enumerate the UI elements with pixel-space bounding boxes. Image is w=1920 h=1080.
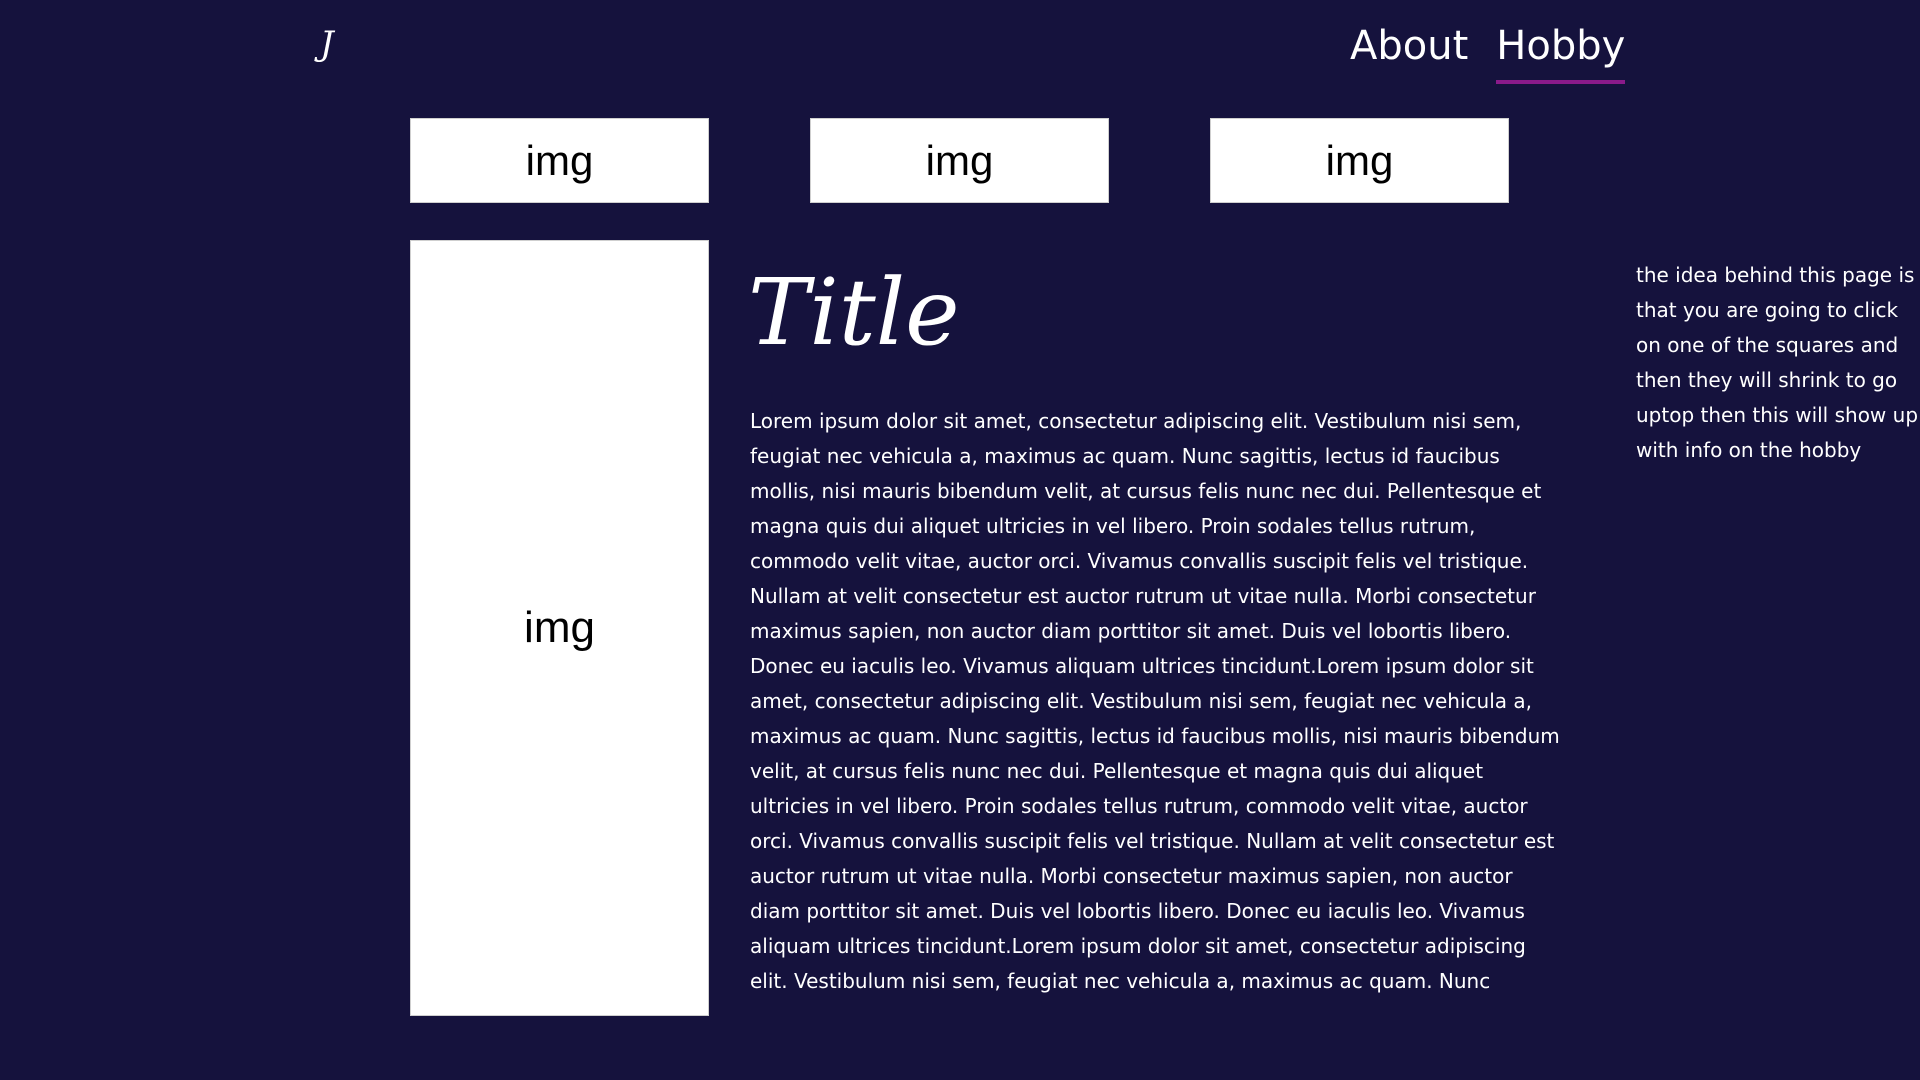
- main-nav: About Hobby: [1350, 14, 1626, 84]
- hobby-title: Title: [748, 259, 960, 366]
- side-note: the idea behind this page is that you ar…: [1636, 263, 1919, 462]
- site-logo[interactable]: J: [320, 24, 335, 64]
- nav-link-hobby[interactable]: Hobby: [1496, 14, 1626, 84]
- page: J About Hobby img img img img Title Lore…: [0, 0, 1920, 1080]
- nav-link-about[interactable]: About: [1350, 14, 1468, 80]
- hobby-thumbnail-1[interactable]: img: [410, 118, 709, 203]
- hobby-main-image: img: [410, 240, 709, 1016]
- hobby-thumbnail-2[interactable]: img: [810, 118, 1109, 203]
- hobby-thumbnail-3[interactable]: img: [1210, 118, 1509, 203]
- hobby-description: Lorem ipsum dolor sit amet, consectetur …: [750, 409, 1560, 993]
